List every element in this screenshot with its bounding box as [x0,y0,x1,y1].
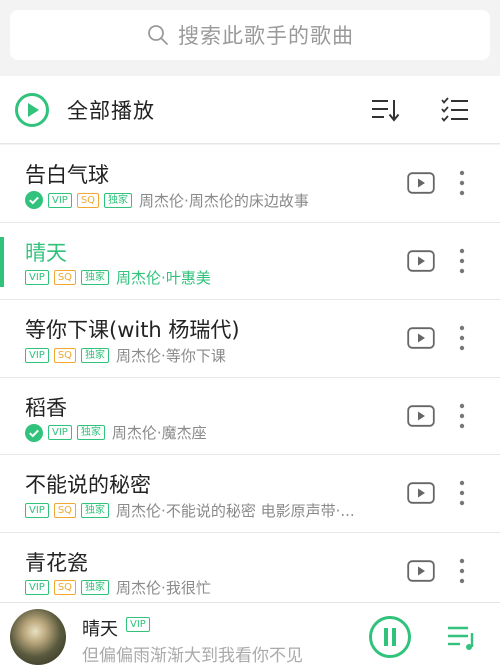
vip-badge: VIP [48,192,72,208]
search-bar: 搜索此歌手的歌曲 [0,0,500,76]
multi-select-icon[interactable] [440,96,470,124]
mv-play-icon[interactable] [407,482,435,504]
vip-badge: VIP [25,580,49,595]
song-row[interactable]: 不能说的秘密 VIP SQ 独家 周杰伦·不能说的秘密 电影原声带·... [0,455,500,533]
vip-badge: VIP [25,270,49,285]
song-meta: VIP 独家 周杰伦·魔杰座 [25,423,207,442]
song-row[interactable]: 晴天 VIP SQ 独家 周杰伦·叶惠美 [0,223,500,300]
song-artist-album: 周杰伦·周杰伦的床边故事 [139,191,309,210]
song-title: 晴天 [25,240,67,265]
mini-player[interactable]: 晴天 VIP 但偏偏雨渐渐大到我看你不见 [0,602,500,672]
sort-icon[interactable] [370,96,400,124]
mv-play-icon[interactable] [407,559,435,582]
song-list: 告白气球 VIP SQ 独家 周杰伦·周杰伦的床边故事 晴天 VIP SQ 独家 周杰伦·叶惠美等… [0,145,500,610]
more-vertical-icon[interactable] [452,402,472,430]
song-artist-album: 周杰伦·魔杰座 [111,424,207,442]
song-meta: VIP SQ 独家 周杰伦·等你下课 [25,346,226,365]
sq-badge: SQ [53,580,77,595]
song-row[interactable]: 稻香 VIP 独家 周杰伦·魔杰座 [0,378,500,455]
more-vertical-icon[interactable] [452,169,472,197]
song-row[interactable]: 告白气球 VIP SQ 独家 周杰伦·周杰伦的床边故事 [0,145,500,223]
song-title: 告白气球 [25,163,109,187]
mv-play-icon[interactable] [407,404,435,427]
mv-play-icon[interactable] [407,327,435,349]
song-artist-album: 周杰伦·不能说的秘密 电影原声带·... [116,501,355,520]
player-lyric: 但偏偏雨渐渐大到我看你不见 [82,646,303,666]
pause-circle-icon[interactable] [368,615,412,659]
song-artist-album: 周杰伦·我很忙 [116,579,211,597]
sq-badge: SQ [53,502,77,518]
check-circle-icon [25,423,43,442]
vip-badge: VIP [25,502,49,518]
song-meta: VIP SQ 独家 周杰伦·叶惠美 [25,269,211,287]
play-all-header: 全部播放 [0,76,500,144]
play-circle-icon[interactable] [14,92,50,128]
more-vertical-icon[interactable] [452,557,472,585]
song-artist-album: 周杰伦·叶惠美 [116,269,211,287]
song-title: 不能说的秘密 [25,473,151,497]
exclusive-badge: 独家 [104,192,133,208]
song-row[interactable]: 等你下课(with 杨瑞代) VIP SQ 独家 周杰伦·等你下课 [0,300,500,378]
exclusive-badge: 独家 [81,502,110,518]
vip-badge: VIP [25,347,49,363]
song-meta: VIP SQ 独家 周杰伦·我很忙 [25,579,211,597]
song-artist-album: 周杰伦·等你下课 [116,346,226,365]
mv-play-icon[interactable] [407,172,435,194]
exclusive-badge: 独家 [76,425,105,440]
play-all-button[interactable]: 全部播放 [67,95,155,125]
more-vertical-icon[interactable] [452,324,472,352]
search-placeholder: 搜索此歌手的歌曲 [178,24,354,48]
song-meta: VIP SQ 独家 周杰伦·周杰伦的床边故事 [25,191,309,210]
song-title: 等你下课(with 杨瑞代) [25,318,240,342]
album-cover[interactable] [10,609,66,665]
sq-badge: SQ [76,192,100,208]
mv-play-icon[interactable] [407,249,435,272]
song-title: 稻香 [25,395,67,420]
playlist-icon[interactable] [446,623,478,651]
exclusive-badge: 独家 [81,580,110,595]
sq-badge: SQ [53,347,77,363]
player-vip-badge: VIP [126,617,150,632]
sq-badge: SQ [53,270,77,285]
song-title: 青花瓷 [25,550,88,575]
search-input[interactable]: 搜索此歌手的歌曲 [10,10,490,60]
player-song-title: 晴天 [82,619,118,640]
song-row[interactable]: 青花瓷 VIP SQ 独家 周杰伦·我很忙 [0,533,500,610]
more-vertical-icon[interactable] [452,479,472,507]
check-circle-icon [25,191,43,209]
exclusive-badge: 独家 [81,347,110,363]
song-meta: VIP SQ 独家 周杰伦·不能说的秘密 电影原声带·... [25,501,355,520]
exclusive-badge: 独家 [81,270,110,285]
search-icon [148,25,168,45]
vip-badge: VIP [48,425,72,440]
more-vertical-icon[interactable] [452,247,472,275]
